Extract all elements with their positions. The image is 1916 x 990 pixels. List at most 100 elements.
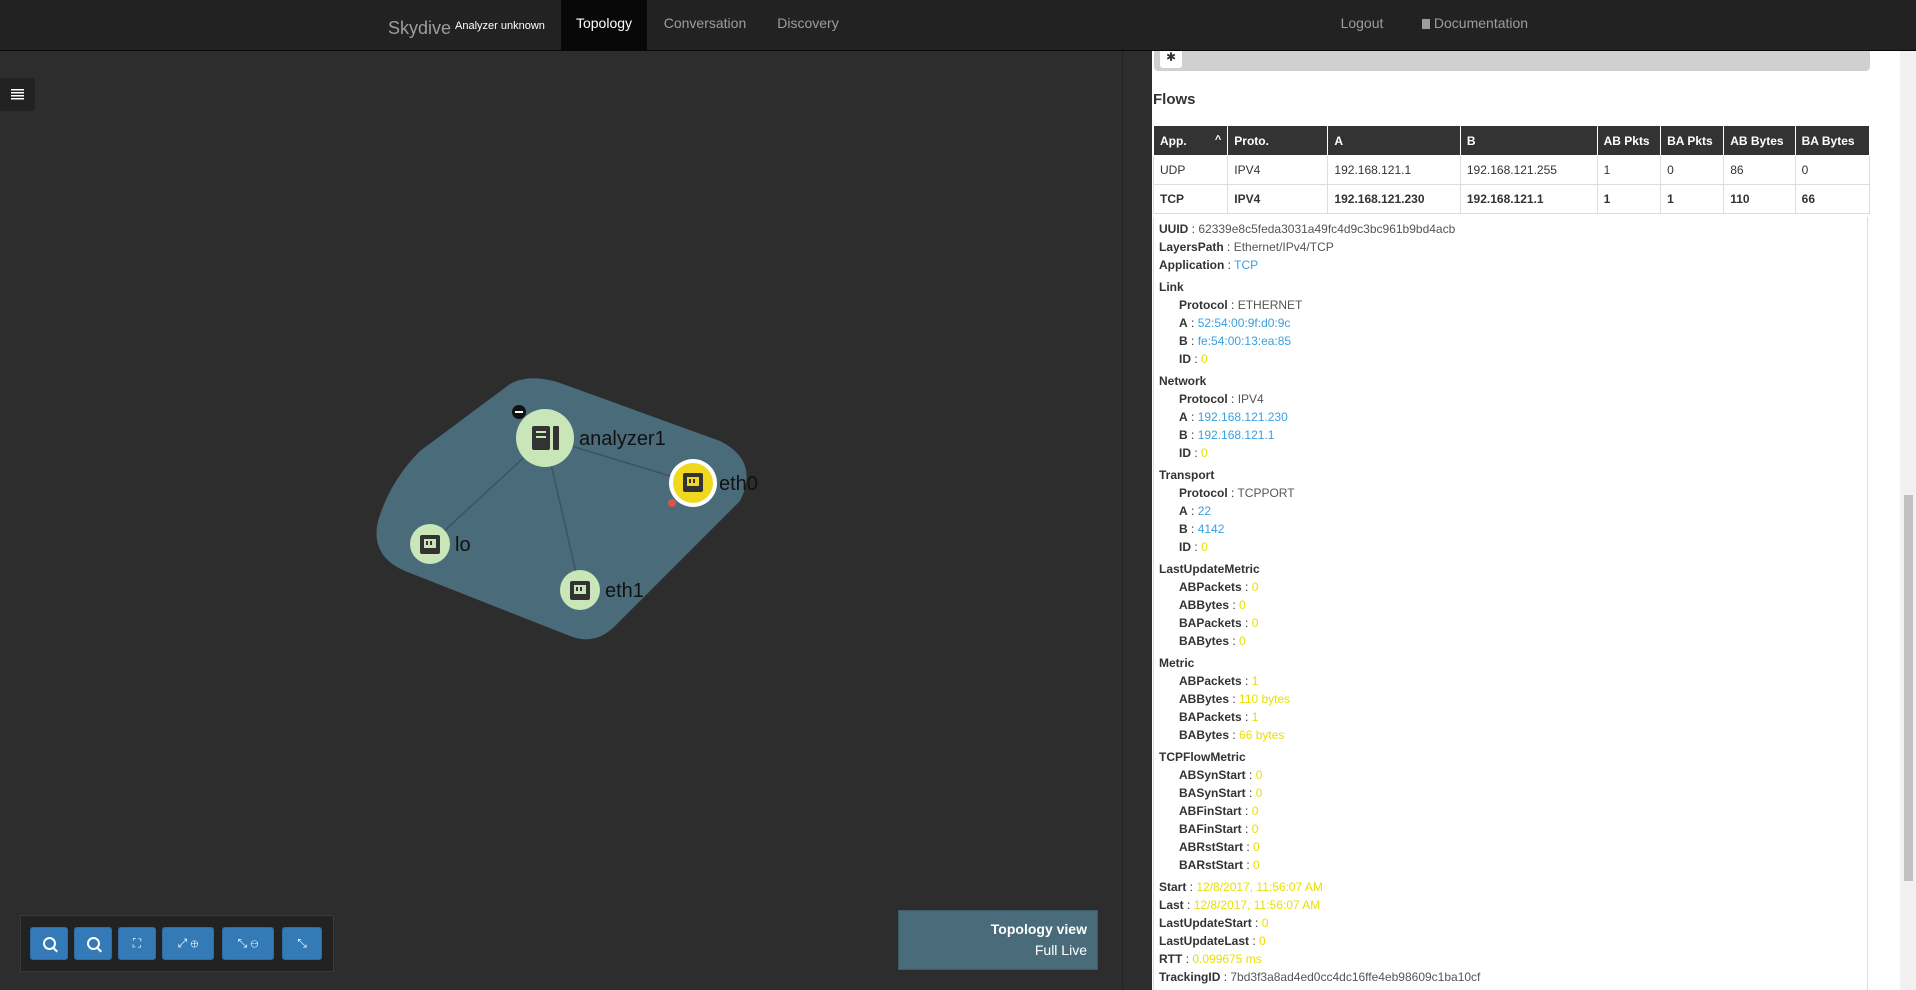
lum-ab-bytes: ABBytes : 0 xyxy=(1179,598,1246,612)
cell: 1 xyxy=(1596,184,1662,214)
zoom-out-button[interactable] xyxy=(74,927,112,960)
link-a: A : 52:54:00:9f:d0:9c xyxy=(1179,316,1291,330)
brand[interactable]: Skydive Analyzer unknown xyxy=(388,0,545,50)
node-label-eth1: eth1 xyxy=(605,580,644,602)
topology-graph[interactable]: analyzer1 eth0 lo eth1 xyxy=(0,51,1122,990)
lum-ba-bytes: BABytes : 0 xyxy=(1179,634,1246,648)
lum-ab-packets: ABPackets : 0 xyxy=(1179,580,1259,594)
scrollbar-thumb[interactable] xyxy=(1904,495,1913,881)
transport-b: B : 4142 xyxy=(1179,522,1225,536)
network-b: B : 192.168.121.1 xyxy=(1179,428,1275,442)
zoom-in-icon xyxy=(42,937,56,950)
compress-button[interactable]: ⤡ xyxy=(282,927,322,960)
compress-icon: ⤡ xyxy=(297,936,307,950)
cell: 192.168.121.1 xyxy=(1459,184,1598,214)
transport-protocol: Protocol : TCPPORT xyxy=(1179,486,1295,500)
section-transport[interactable]: Transport xyxy=(1159,466,1862,484)
sort-asc-icon: ^ xyxy=(1214,133,1222,146)
gear-button[interactable]: ✱ xyxy=(1160,51,1182,68)
gear-icon: ✱ xyxy=(1165,51,1177,64)
tcp-ab-fin-start: ABFinStart : 0 xyxy=(1179,804,1259,818)
section-network[interactable]: Network xyxy=(1159,372,1862,390)
cell: 86 xyxy=(1723,155,1796,185)
documentation-link[interactable]: Documentation xyxy=(1410,0,1540,50)
flow-details: UUID : 62339e8c5feda3031a49fc4d9c3bc961b… xyxy=(1153,217,1868,990)
section-last-update-metric[interactable]: LastUpdateMetric xyxy=(1159,560,1862,578)
topology-view-status: Topology view Full Live xyxy=(898,910,1098,970)
topology-toolbar: ⛶ ⤢ ⊕ ⤡ ⊖ ⤡ xyxy=(20,915,334,972)
cell: 0 xyxy=(1794,155,1871,185)
cell: 66 xyxy=(1794,184,1871,214)
tab-conversation[interactable]: Conversation xyxy=(648,0,762,50)
transport-id: ID : 0 xyxy=(1179,540,1208,554)
cell: IPV4 xyxy=(1227,155,1329,185)
panel-top-bar: ✱ xyxy=(1154,51,1870,71)
expand-all-button[interactable]: ⤢ ⊕ xyxy=(162,927,214,960)
table-row-selected[interactable]: TCP IPV4 192.168.121.230 192.168.121.1 1… xyxy=(1152,184,1871,214)
cell: 1 xyxy=(1660,184,1725,214)
right-panel: ✱ Flows App. ^ Proto. A B AB Pkts BA Pkts… xyxy=(1152,51,1900,990)
cell: 0 xyxy=(1660,155,1725,185)
cell: 192.168.121.255 xyxy=(1459,155,1598,185)
logout-link[interactable]: Logout xyxy=(1326,0,1398,50)
detail-tracking-id: TrackingID : 7bd3f3a8ad4ed0cc4dc16ffe4eb… xyxy=(1159,970,1481,984)
section-link[interactable]: Link xyxy=(1159,278,1862,296)
node-label-eth0: eth0 xyxy=(719,473,758,495)
col-ba-pkts[interactable]: BA Pkts xyxy=(1660,125,1725,156)
col-ab-bytes[interactable]: AB Bytes xyxy=(1723,125,1796,156)
detail-uuid: UUID : 62339e8c5feda3031a49fc4d9c3bc961b… xyxy=(1159,222,1456,236)
detail-last-update-start: LastUpdateStart : 0 xyxy=(1159,916,1269,930)
zoom-fit-button[interactable]: ⛶ xyxy=(118,927,156,960)
detail-last-update-last: LastUpdateLast : 0 xyxy=(1159,934,1266,948)
transport-a: A : 22 xyxy=(1179,504,1212,518)
tcp-ba-fin-start: BAFinStart : 0 xyxy=(1179,822,1259,836)
section-tcp-flow-metric[interactable]: TCPFlowMetric xyxy=(1159,748,1862,766)
documentation-label: Documentation xyxy=(1433,15,1529,31)
cell: 110 xyxy=(1723,184,1796,214)
zoom-in-button[interactable] xyxy=(30,927,68,960)
network-a: A : 192.168.121.230 xyxy=(1179,410,1288,424)
cell: IPV4 xyxy=(1227,184,1329,214)
lum-ba-packets: BAPackets : 0 xyxy=(1179,616,1259,630)
col-ab-pkts[interactable]: AB Pkts xyxy=(1596,125,1662,156)
tab-discovery[interactable]: Discovery xyxy=(762,0,854,50)
network-protocol: Protocol : IPV4 xyxy=(1179,392,1264,406)
detail-rtt: RTT : 0.099675 ms xyxy=(1159,952,1262,966)
view-mode: Full Live xyxy=(1034,942,1087,958)
metric-ab-bytes: ABBytes : 110 bytes xyxy=(1179,692,1291,706)
cell: 1 xyxy=(1596,155,1662,185)
detail-start: Start : 12/8/2017, 11:56:07 AM xyxy=(1159,880,1323,894)
cell: TCP xyxy=(1152,184,1229,214)
brand-name: Skydive xyxy=(388,18,452,38)
node-label-analyzer1: analyzer1 xyxy=(579,428,666,450)
tcp-ab-syn-start: ABSynStart : 0 xyxy=(1179,768,1263,782)
table-row[interactable]: UDP IPV4 192.168.121.1 192.168.121.255 1… xyxy=(1152,155,1871,185)
link-id: ID : 0 xyxy=(1179,352,1208,366)
tab-topology[interactable]: Topology xyxy=(561,0,647,50)
link-b: B : fe:54:00:13:ea:85 xyxy=(1179,334,1292,348)
detail-last: Last : 12/8/2017, 11:56:07 AM xyxy=(1159,898,1321,912)
flows-title: Flows xyxy=(1153,91,1196,108)
collapse-icon: ⤡ ⊖ xyxy=(237,936,259,950)
collapse-all-button[interactable]: ⤡ ⊖ xyxy=(222,927,274,960)
cell: 192.168.121.1 xyxy=(1327,155,1461,185)
tcp-ab-rst-start: ABRstStart : 0 xyxy=(1179,840,1260,854)
col-ba-bytes[interactable]: BA Bytes xyxy=(1794,125,1871,156)
panel-scrollbar[interactable] xyxy=(1900,51,1916,990)
panel-splitter[interactable] xyxy=(1122,51,1153,990)
col-app[interactable]: App. ^ xyxy=(1152,125,1229,156)
book-icon xyxy=(1421,19,1430,29)
analyzer-status: Analyzer unknown xyxy=(455,20,545,32)
metric-ab-packets: ABPackets : 1 xyxy=(1179,674,1259,688)
network-id: ID : 0 xyxy=(1179,446,1208,460)
col-a[interactable]: A xyxy=(1327,125,1461,156)
navbar: Skydive Analyzer unknown Topology Convers… xyxy=(0,0,1916,51)
tcp-ba-rst-start: BARstStart : 0 xyxy=(1179,858,1260,872)
cell: UDP xyxy=(1152,155,1229,185)
section-metric[interactable]: Metric xyxy=(1159,654,1862,672)
link-protocol: Protocol : ETHERNET xyxy=(1179,298,1303,312)
col-b[interactable]: B xyxy=(1459,125,1598,156)
view-title: Topology view xyxy=(990,921,1087,937)
topology-view[interactable]: analyzer1 eth0 lo eth1 ⛶ ⤢ ⊕ ⤡ ⊖ ⤡ Topol… xyxy=(0,51,1122,990)
col-proto[interactable]: Proto. xyxy=(1227,125,1329,156)
